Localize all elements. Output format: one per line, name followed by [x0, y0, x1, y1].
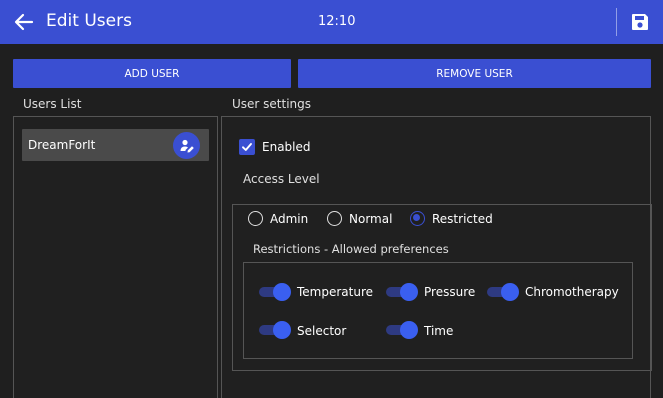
- user-list-item[interactable]: DreamForIt: [22, 129, 209, 161]
- toggle-selector[interactable]: [259, 321, 291, 339]
- toggle-selector-label: Selector: [297, 324, 347, 338]
- toggle-temperature[interactable]: [259, 283, 291, 301]
- radio-admin[interactable]: [248, 211, 263, 226]
- floppy-disk-icon: [632, 14, 648, 30]
- access-level-heading: Access Level: [243, 172, 320, 186]
- users-list-heading: Users List: [23, 97, 82, 111]
- enabled-label: Enabled: [262, 140, 311, 154]
- radio-admin-label: Admin: [270, 212, 309, 226]
- users-list-panel: DreamForIt: [13, 116, 218, 398]
- arrow-left-icon: [14, 13, 34, 31]
- user-edit-icon: [180, 139, 194, 152]
- toggle-pressure[interactable]: [386, 283, 418, 301]
- app-bar: Edit Users 12:10: [0, 0, 663, 44]
- toggle-chromotherapy[interactable]: [487, 283, 519, 301]
- toggle-chromotherapy-label: Chromotherapy: [525, 285, 619, 299]
- restrictions-heading: Restrictions - Allowed preferences: [253, 242, 449, 256]
- divider: [616, 8, 617, 36]
- user-name: DreamForIt: [28, 138, 96, 152]
- remove-user-button[interactable]: REMOVE USER: [298, 59, 651, 88]
- radio-restricted[interactable]: [410, 211, 425, 226]
- enabled-checkbox[interactable]: [239, 139, 255, 155]
- radio-restricted-label: Restricted: [432, 212, 493, 226]
- save-button[interactable]: [628, 10, 652, 34]
- toggle-time[interactable]: [386, 321, 418, 339]
- toggle-time-label: Time: [424, 324, 454, 338]
- edit-user-button[interactable]: [173, 132, 200, 159]
- back-button[interactable]: [12, 10, 36, 34]
- clock: 12:10: [318, 14, 356, 29]
- radio-normal-label: Normal: [349, 212, 393, 226]
- checkmark-icon: [242, 143, 252, 151]
- page-title: Edit Users: [46, 11, 132, 31]
- radio-normal[interactable]: [327, 211, 342, 226]
- user-settings-heading: User settings: [232, 97, 312, 111]
- toggle-pressure-label: Pressure: [424, 285, 476, 299]
- restrictions-panel: [243, 262, 633, 359]
- toggle-temperature-label: Temperature: [297, 285, 374, 299]
- add-user-button[interactable]: ADD USER: [13, 59, 291, 88]
